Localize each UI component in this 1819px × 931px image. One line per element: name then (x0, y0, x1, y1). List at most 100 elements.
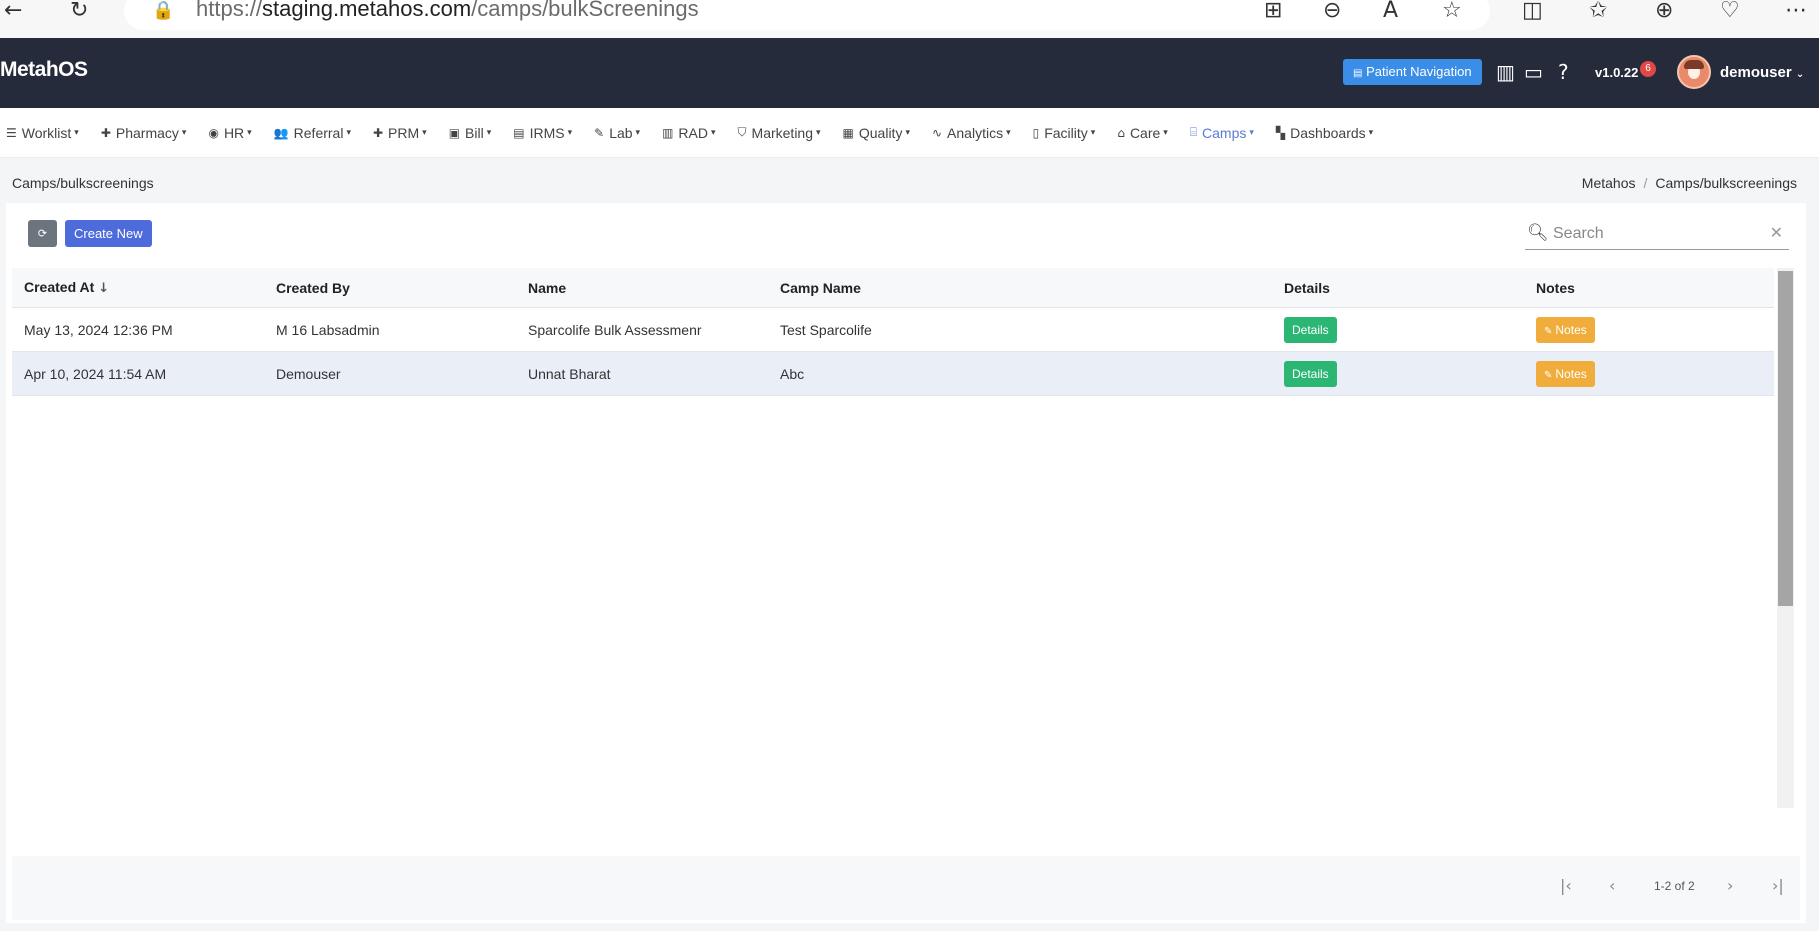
details-button[interactable]: Details (1284, 360, 1337, 387)
nav-item-label: Dashboards (1290, 124, 1366, 141)
pulse-icon: ∿ (931, 125, 943, 140)
nav-item-dashboards[interactable]: ▚ Dashboards ▾ (1276, 125, 1373, 141)
nav-item-irms[interactable]: ▤ IRMS ▾ (513, 125, 572, 141)
plus-icon: ✚ (372, 125, 384, 140)
bed-icon: ⌂ (1117, 125, 1125, 140)
nav-item-label: Camps (1202, 124, 1247, 141)
grid-icon: ▚ (1275, 125, 1286, 140)
next-page-icon[interactable]: › (1727, 876, 1733, 895)
details-button[interactable]: Details (1284, 316, 1337, 343)
caret-down-icon: ▾ (635, 127, 641, 138)
scrollbar[interactable] (1777, 268, 1794, 808)
cell-name: Unnat Bharat (528, 365, 611, 382)
breadcrumb-home[interactable]: Metahos (1582, 175, 1636, 191)
zoom-out-icon[interactable]: ⊖ (1323, 0, 1341, 24)
favorites-icon[interactable]: ✩ (1589, 0, 1607, 24)
caret-down-icon: ▾ (181, 127, 187, 138)
nav-item-lab[interactable]: ✎ Lab ▾ (594, 125, 640, 141)
cell-notes: ✎ Notes (1524, 316, 1774, 343)
version-label[interactable]: v1.0.22 (1595, 65, 1638, 80)
nav-item-worklist[interactable]: ☰ Worklist ▾ (6, 125, 79, 141)
lock-icon[interactable]: 🔒 (152, 0, 174, 24)
favorite-star-icon[interactable]: ☆ (1442, 0, 1462, 24)
collections-icon[interactable]: ⊕ (1655, 0, 1673, 24)
column-created-by[interactable]: Created By (264, 280, 516, 296)
patient-navigation-button[interactable]: ▤ Patient Navigation (1343, 59, 1482, 85)
bag-icon: ⛉ (737, 125, 747, 139)
search-icon: 🔍︎ (1527, 223, 1549, 243)
last-page-icon[interactable]: ›| (1772, 876, 1784, 895)
nav-item-care[interactable]: ⌂ Care ▾ (1117, 125, 1168, 141)
avatar-hair (1684, 60, 1704, 69)
back-icon[interactable]: ← (4, 0, 22, 24)
health-icon[interactable]: ♡ (1720, 0, 1740, 24)
nav-item-marketing[interactable]: ⛉ Marketing ▾ (738, 125, 821, 141)
read-aloud-icon[interactable]: A (1383, 0, 1398, 24)
pagination-bar: |‹ ‹ 1-2 of 2 › ›| (12, 856, 1800, 920)
brand-logo[interactable]: MetahOS (0, 58, 88, 82)
nav-item-referral[interactable]: 👥 Referral ▾ (274, 125, 351, 141)
caret-down-icon: ▾ (567, 127, 573, 138)
breadcrumb: Metahos / Camps/bulkscreenings (1582, 175, 1797, 191)
cell-details: Details (1272, 360, 1524, 387)
data-table: Created At ↓ Created By Name Camp Name De… (12, 268, 1774, 396)
column-name[interactable]: Name (516, 280, 768, 296)
plus-icon: ✚ (100, 125, 111, 140)
patient-nav-icon: ▤ (1353, 68, 1363, 79)
search-input[interactable] (1553, 222, 1753, 246)
nav-item-label: Pharmacy (115, 124, 179, 141)
quality-icon: ▦ (842, 125, 854, 140)
nav-item-label: Marketing (751, 124, 813, 141)
caret-down-icon: ▾ (1163, 127, 1168, 138)
caret-down-icon: ▾ (247, 127, 252, 138)
cell-details: Details (1272, 316, 1524, 343)
nav-item-label: HR (223, 124, 245, 141)
building-icon: ▯ (1032, 125, 1040, 140)
chevron-down-icon: ⌄ (1795, 69, 1805, 80)
refresh-button[interactable]: ⟳ (28, 220, 57, 247)
help-icon[interactable]: ? (1558, 60, 1569, 84)
apps-icon[interactable]: ⊞ (1264, 0, 1282, 24)
nav-item-prm[interactable]: ✚ PRM ▾ (373, 125, 427, 141)
nav-item-analytics[interactable]: ∿ Analytics ▾ (932, 125, 1011, 141)
user-menu[interactable]: demouser ⌄ (1720, 64, 1804, 81)
column-created-at[interactable]: Created At ↓ (12, 279, 264, 296)
nav-item-label: Quality (858, 124, 903, 141)
caret-down-icon: ▾ (710, 127, 716, 138)
notes-button[interactable]: ✎ Notes (1536, 360, 1595, 387)
window-icon[interactable]: ▭ (1524, 60, 1543, 84)
scrollbar-thumb[interactable] (1778, 271, 1793, 606)
column-camp-name[interactable]: Camp Name (768, 280, 1272, 296)
cell-created-at: May 13, 2024 12:36 PM (24, 321, 173, 338)
caret-down-icon: ▾ (74, 127, 79, 138)
avatar[interactable] (1677, 55, 1711, 89)
nav-item-hr[interactable]: ◉ HR ▾ (208, 125, 251, 141)
nav-item-rad[interactable]: ▥ RAD ▾ (662, 125, 715, 141)
nav-item-label: Worklist (21, 124, 72, 141)
nav-item-facility[interactable]: ▯ Facility ▾ (1033, 125, 1096, 141)
nav-item-quality[interactable]: ▦ Quality ▾ (843, 125, 910, 141)
list-icon: ☰ (6, 125, 17, 140)
caret-down-icon: ▾ (422, 127, 427, 138)
sort-down-icon[interactable]: ↓ (98, 281, 109, 296)
split-screen-icon[interactable]: ◫ (1522, 0, 1543, 24)
main-nav: ☰ Worklist ▾ ✚ Pharmacy ▾ ◉ HR ▾ 👥 Referral ▾ ✚ PRM ▾ ▣… (0, 108, 1819, 158)
caret-down-icon: ▾ (486, 127, 492, 138)
caret-down-icon: ▾ (1368, 127, 1374, 138)
close-icon[interactable]: ✕ (1770, 223, 1783, 242)
user-circle-icon: ◉ (208, 125, 219, 140)
table-row[interactable]: Apr 10, 2024 11:54 AM Demouser Unnat Bhara… (12, 352, 1774, 396)
reload-icon[interactable]: ↻ (70, 0, 88, 24)
nav-item-bill[interactable]: ▣ Bill ▾ (449, 125, 492, 141)
prev-page-icon[interactable]: ‹ (1609, 876, 1615, 895)
first-page-icon[interactable]: |‹ (1560, 876, 1572, 895)
nav-item-camps[interactable]: ⌸ Camps ▾ (1190, 125, 1254, 141)
word-document-icon[interactable]: ▥ (1496, 60, 1515, 84)
table-row[interactable]: May 13, 2024 12:36 PM M 16 Labsadmin Sparc… (12, 308, 1774, 352)
notes-button[interactable]: ✎ Notes (1536, 316, 1595, 343)
more-icon[interactable]: ⋯ (1785, 0, 1807, 24)
url-text[interactable]: https://staging.metahos.com/camps/bulkSc… (196, 0, 699, 22)
create-new-button[interactable]: Create New (65, 220, 152, 247)
notification-badge[interactable]: 6 (1640, 61, 1656, 77)
nav-item-pharmacy[interactable]: ✚ Pharmacy ▾ (101, 125, 187, 141)
